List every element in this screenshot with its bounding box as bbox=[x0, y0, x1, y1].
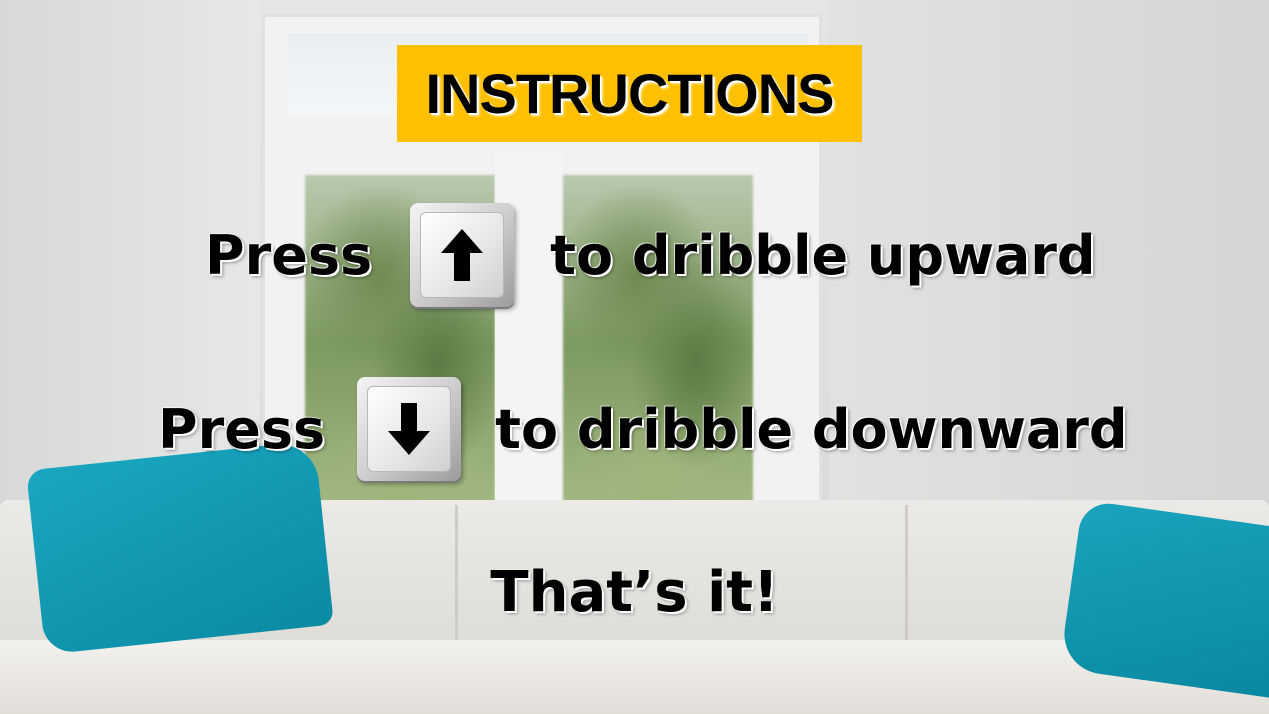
arrow-up-key-icon bbox=[410, 203, 515, 307]
instruction-up: Press to dribble upward bbox=[205, 200, 1096, 310]
instruction-action: to dribble upward bbox=[550, 223, 1096, 287]
arrow-down-key-icon bbox=[357, 377, 462, 481]
closing-text: That’s it! bbox=[490, 560, 779, 625]
instruction-down: Press to dribble downward bbox=[158, 374, 1128, 484]
closing-message: That’s it! bbox=[0, 560, 1269, 625]
title-banner: INSTRUCTIONS bbox=[397, 45, 862, 142]
arrow-up-icon bbox=[441, 229, 484, 281]
instruction-prefix: Press bbox=[205, 223, 373, 287]
instruction-action: to dribble downward bbox=[495, 397, 1128, 461]
instruction-prefix: Press bbox=[158, 397, 326, 461]
arrow-down-icon bbox=[388, 403, 431, 455]
title-text: INSTRUCTIONS bbox=[425, 62, 835, 125]
